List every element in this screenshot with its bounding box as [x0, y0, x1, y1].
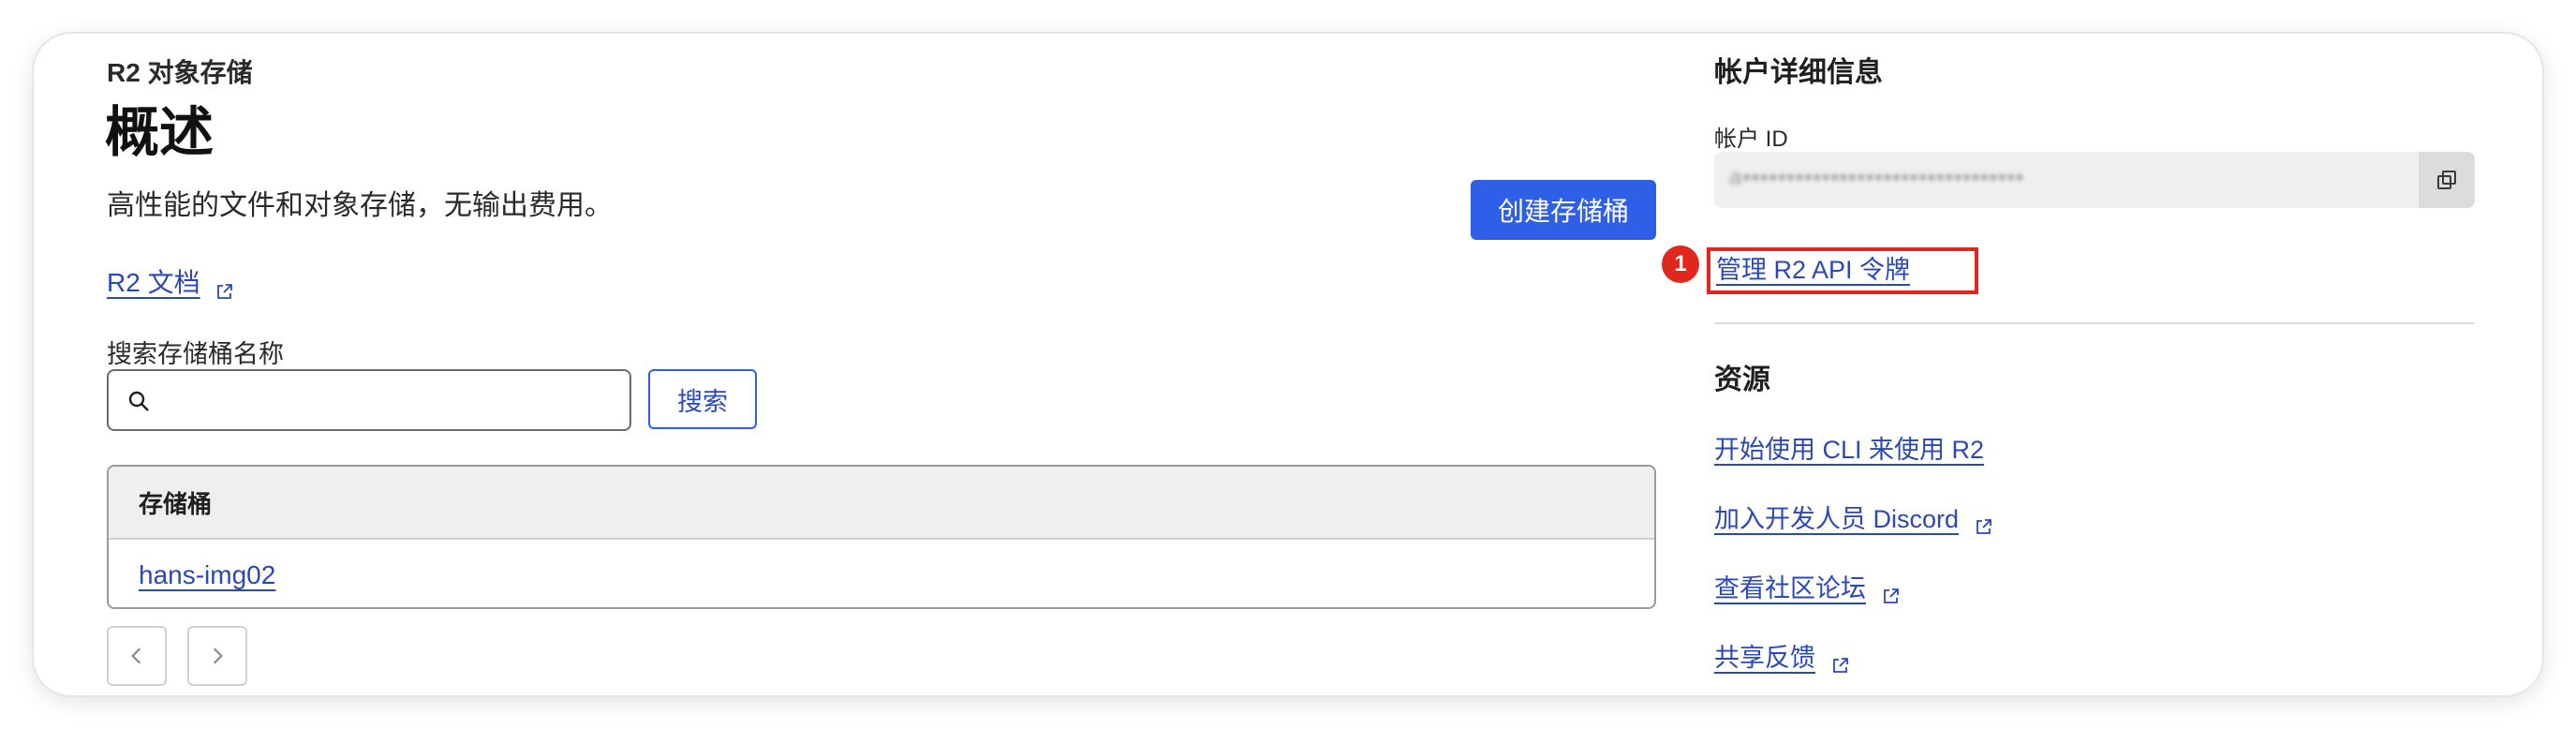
search-button[interactable]: 搜索 [648, 369, 757, 429]
search-label: 搜索存储桶名称 [107, 340, 284, 368]
external-link-icon [1976, 513, 1992, 534]
account-details-heading: 帐户详细信息 [1714, 57, 1883, 88]
resources-heading: 资源 [1714, 364, 1770, 395]
external-link-icon [1883, 582, 1900, 603]
annotation-marker: 1 [1662, 245, 1699, 283]
manage-api-tokens-link[interactable]: 管理 R2 API 令牌 [1716, 256, 1910, 284]
table-header-buckets: 存储桶 [139, 489, 213, 518]
pagination-next-button[interactable] [187, 626, 247, 686]
resource-link[interactable]: 查看社区论坛 [1714, 574, 1866, 603]
search-icon [127, 390, 150, 412]
search-input[interactable] [165, 379, 618, 424]
account-id-value: a•••••••••••••••••••••••••••••••• [1729, 165, 2025, 190]
manage-api-tokens-row[interactable]: 管理 R2 API 令牌 [1716, 249, 1910, 286]
resource-item-cli[interactable]: 开始使用 CLI 来使用 R2 [1714, 429, 1984, 466]
search-button-label: 搜索 [677, 387, 728, 416]
resource-item-feedback[interactable]: 共享反馈 [1714, 637, 1849, 674]
docs-link-row[interactable]: R2 文档 [107, 262, 233, 300]
resource-item-forum[interactable]: 查看社区论坛 [1714, 568, 1900, 604]
account-id-label: 帐户 ID [1714, 126, 1788, 152]
chevron-left-icon [131, 647, 141, 664]
search-field[interactable] [107, 369, 631, 431]
copy-icon [2437, 171, 2456, 189]
external-link-icon [1832, 651, 1849, 673]
copy-button[interactable] [2419, 152, 2475, 208]
resource-link[interactable]: 共享反馈 [1714, 644, 1815, 672]
annotation-number: 1 [1674, 251, 1687, 276]
resource-link[interactable]: 开始使用 CLI 来使用 R2 [1714, 436, 1984, 464]
buckets-table: 存储桶 hans-img02 [107, 465, 1656, 609]
page-title: 概述 [105, 102, 215, 163]
create-bucket-button[interactable]: 创建存储桶 [1471, 180, 1656, 240]
create-bucket-button-label: 创建存储桶 [1497, 197, 1629, 226]
pagination-prev-button[interactable] [107, 626, 167, 686]
table-row[interactable]: hans-img02 [109, 540, 1654, 607]
table-header: 存储桶 [109, 467, 1654, 540]
section-divider [1714, 322, 2475, 324]
r2-overview-panel: R2 对象存储 概述 高性能的文件和对象存储，无输出费用。 创建存储桶 R2 文… [34, 34, 2542, 695]
breadcrumb: R2 对象存储 [107, 58, 253, 87]
resource-item-discord[interactable]: 加入开发人员 Discord [1714, 498, 1992, 535]
bucket-link[interactable]: hans-img02 [139, 560, 275, 590]
page-description: 高性能的文件和对象存储，无输出费用。 [107, 190, 613, 221]
external-link-icon [216, 276, 233, 299]
chevron-right-icon [213, 647, 223, 664]
account-id-field: a•••••••••••••••••••••••••••••••• [1714, 152, 2475, 208]
docs-link[interactable]: R2 文档 [107, 268, 200, 297]
resource-link[interactable]: 加入开发人员 Discord [1714, 505, 1959, 533]
